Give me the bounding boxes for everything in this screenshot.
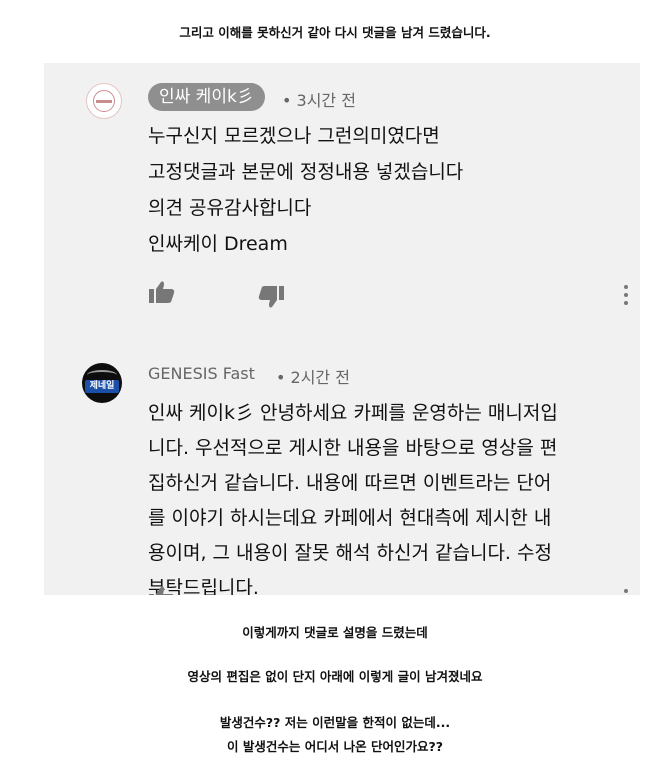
comment-line: 누구신지 모르겠으나 그런의미였다면 — [148, 125, 440, 147]
comment-time: • 2시간 전 — [276, 368, 350, 387]
caption-bottom-1: 이렇게까지 댓글로 설명을 드렸는데 — [242, 625, 428, 640]
more-options-icon[interactable] — [624, 285, 628, 309]
avatar-label: 제네일 — [85, 380, 119, 393]
comment-panel: 인싸 케이k彡 • 3시간 전 누구신지 모르겠으나 그런의미였다면 고정댓글과… — [44, 63, 640, 595]
comment-line: 인싸 케이k彡 안녕하세요 카페를 운영하는 매니저입 — [148, 402, 558, 424]
avatar[interactable]: 제네일 — [82, 363, 122, 403]
comment-line: 의견 공유감사합니다 — [148, 197, 312, 219]
comment-time: • 3시간 전 — [282, 91, 356, 110]
caption-bottom-3: 발생건수?? 저는 이런말을 한적이 없는데... — [219, 715, 451, 730]
avatar[interactable] — [86, 83, 122, 119]
caption-bottom-2: 영상의 편집은 없이 단지 아래에 이렇게 글이 남겨졌네요 — [187, 669, 483, 684]
dislike-icon[interactable] — [257, 285, 285, 309]
caption-top: 그리고 이해를 못하신거 같아 다시 댓글을 남겨 드렸습니다. — [179, 25, 491, 40]
author-chip[interactable]: 인싸 케이k彡 — [148, 83, 265, 111]
comment-line: 용이며, 그 내용이 잘못 해석 하신거 같습니다. 수정 — [148, 542, 552, 564]
like-icon[interactable] — [148, 585, 176, 595]
comment-line: 집하신거 같습니다. 내용에 따르면 이벤트라는 단어 — [148, 472, 552, 494]
caption-bottom-4: 이 발생건수는 어디서 나온 단어인가요?? — [227, 739, 443, 754]
like-icon[interactable] — [148, 280, 176, 304]
author-name[interactable]: GENESIS Fast — [148, 364, 255, 383]
comment-line: 고정댓글과 본문에 정정내용 넣겠습니다 — [148, 161, 464, 183]
comment-line: 인싸케이 Dream — [148, 233, 288, 255]
more-options-icon[interactable] — [624, 589, 628, 595]
comment-line: 를 이야기 하시는데요 카페에서 현대측에 제시한 내 — [148, 507, 552, 529]
comment-line: 니다. 우선적으로 게시한 내용을 바탕으로 영상을 편 — [148, 437, 558, 459]
